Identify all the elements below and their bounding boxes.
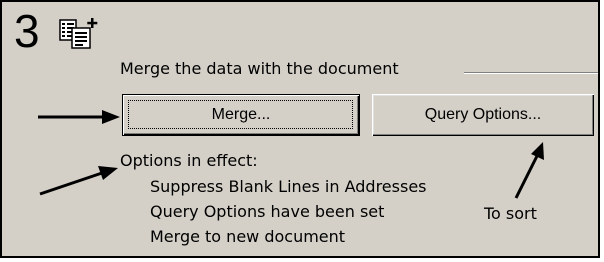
annotation-arrows	[38, 110, 544, 199]
merge-pointer-arrow	[38, 110, 120, 124]
query-options-pointer-arrow	[514, 142, 544, 199]
options-pointer-arrow	[39, 166, 118, 196]
mail-merge-helper-panel: 3 Merge the data with the document Merge…	[0, 0, 600, 258]
